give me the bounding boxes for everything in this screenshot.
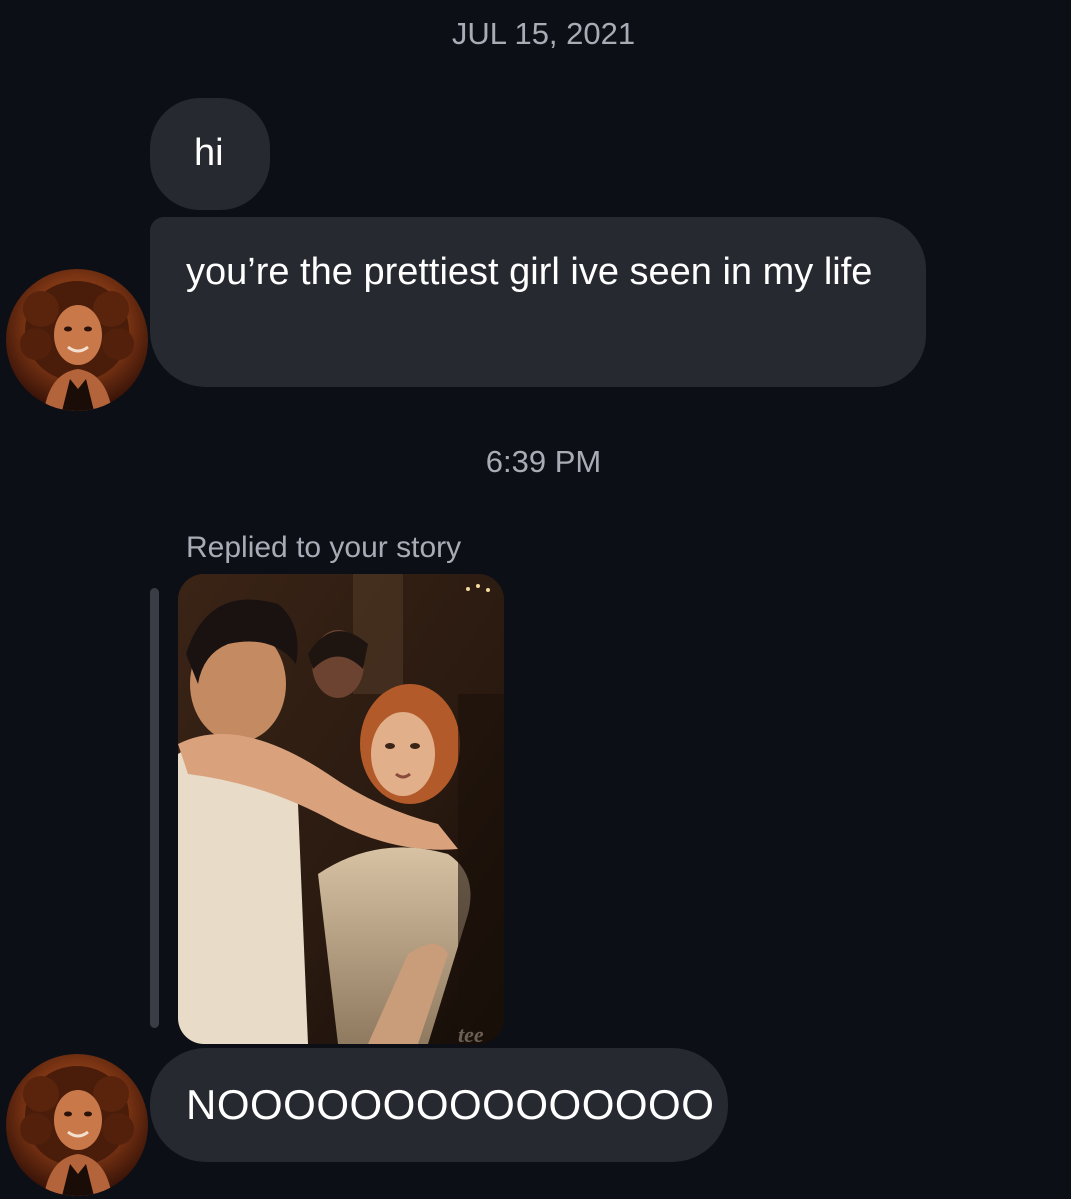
- reply-indicator-bar: [150, 588, 159, 1028]
- message-text: you’re the prettiest girl ive seen in my…: [186, 251, 873, 293]
- message-text: hi: [194, 132, 224, 174]
- avatar-image: [20, 281, 134, 411]
- story-watermark: tee: [458, 1022, 484, 1047]
- time-separator: 6:39 PM: [485, 444, 602, 479]
- sender-avatar[interactable]: [6, 1054, 148, 1196]
- message-bubble-hi[interactable]: hi: [150, 98, 270, 210]
- message-bubble-compliment[interactable]: you’re the prettiest girl ive seen in my…: [150, 217, 926, 387]
- avatar-image: [20, 1066, 134, 1196]
- message-text: NOOOOOOOOOOOOOOO: [186, 1081, 715, 1128]
- message-bubble-nooo[interactable]: NOOOOOOOOOOOOOOO: [150, 1048, 728, 1162]
- date-separator: JUL 15, 2021: [451, 16, 636, 51]
- story-reply-label: Replied to your story: [186, 531, 462, 564]
- story-thumbnail[interactable]: [178, 574, 504, 1044]
- sender-avatar[interactable]: [6, 269, 148, 411]
- story-image: [178, 574, 504, 1044]
